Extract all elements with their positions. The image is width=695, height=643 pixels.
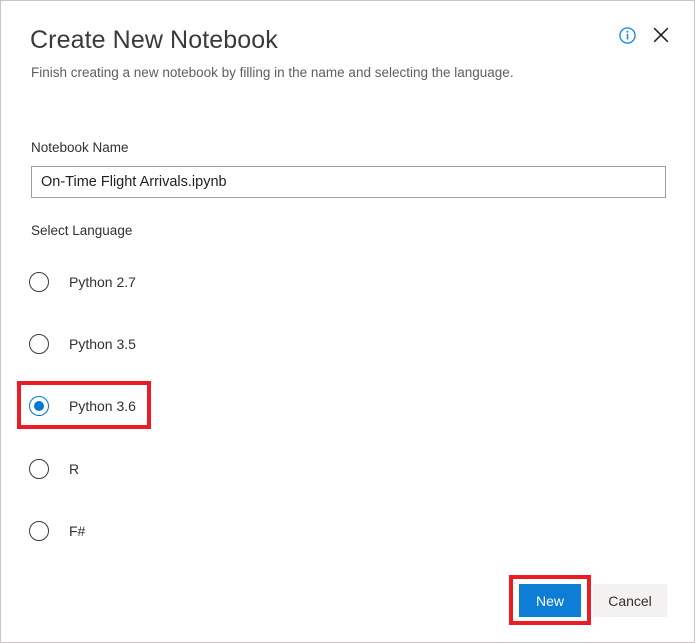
- select-language-label: Select Language: [31, 223, 132, 238]
- notebook-name-label: Notebook Name: [31, 140, 129, 155]
- radio-indicator-icon: [29, 334, 49, 354]
- radio-label: Python 3.6: [69, 398, 136, 414]
- radio-option-python-27[interactable]: Python 2.7: [29, 270, 136, 294]
- radio-label: F#: [69, 523, 85, 539]
- dialog-header-actions: [619, 26, 670, 44]
- close-x-icon[interactable]: [652, 26, 670, 44]
- radio-indicator-icon: [29, 521, 49, 541]
- radio-label: Python 3.5: [69, 336, 136, 352]
- cancel-button[interactable]: Cancel: [593, 584, 667, 617]
- radio-label: Python 2.7: [69, 274, 136, 290]
- new-button[interactable]: New: [519, 584, 581, 617]
- create-new-notebook-dialog: Create New Notebook Finish creating a ne…: [0, 0, 695, 643]
- info-circle-icon[interactable]: [619, 27, 636, 44]
- radio-indicator-icon: [29, 272, 49, 292]
- radio-option-r[interactable]: R: [29, 457, 79, 481]
- radio-indicator-selected-icon: [29, 396, 49, 416]
- radio-option-python-36[interactable]: Python 3.6: [29, 394, 136, 418]
- page-title: Create New Notebook: [30, 26, 278, 55]
- radio-option-python-35[interactable]: Python 3.5: [29, 332, 136, 356]
- dialog-subtitle: Finish creating a new notebook by fillin…: [31, 65, 514, 80]
- radio-label: R: [69, 461, 79, 477]
- radio-option-fsharp[interactable]: F#: [29, 519, 85, 543]
- radio-indicator-icon: [29, 459, 49, 479]
- notebook-name-input[interactable]: [31, 166, 666, 198]
